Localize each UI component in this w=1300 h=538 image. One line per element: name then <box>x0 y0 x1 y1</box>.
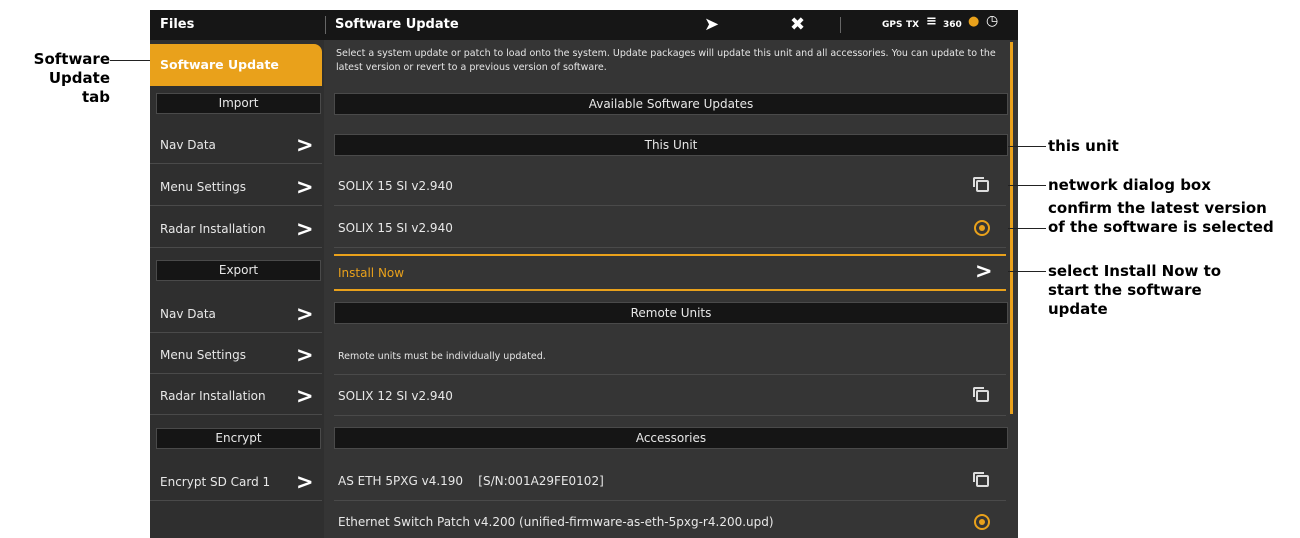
chevron-right-icon: > <box>296 384 314 408</box>
callout-pointer <box>1008 271 1046 272</box>
callout-line: update <box>1048 300 1108 318</box>
chevron-right-icon: > <box>296 133 314 157</box>
tab-software-update[interactable]: Software Update <box>150 44 322 86</box>
sidebar-item-export-radar-installation[interactable]: Radar Installation > <box>150 377 322 415</box>
chevron-right-icon: > <box>296 217 314 241</box>
gps-icon: GPS <box>882 20 903 30</box>
section-export: Export <box>156 260 321 281</box>
header-remote-units: Remote Units <box>334 302 1008 324</box>
callout-software-update-tab: Software Update tab <box>30 50 110 107</box>
callout-line: start the software <box>1048 281 1202 299</box>
selected-radio-icon[interactable] <box>974 220 990 236</box>
alert-icon: ● <box>968 14 980 29</box>
callout-pointer <box>1008 185 1046 186</box>
section-encrypt: Encrypt <box>156 428 321 449</box>
sidebar-item-encrypt-sd-card[interactable]: Encrypt SD Card 1 > <box>150 463 322 501</box>
chevron-right-icon: > <box>296 175 314 199</box>
header-this-unit: This Unit <box>334 134 1008 156</box>
sidebar-item-label: Radar Installation <box>160 389 266 403</box>
sonar-icon: ≡ <box>926 14 937 29</box>
tx-icon: TX <box>906 20 920 30</box>
callout-pointer <box>1008 228 1046 229</box>
callout-this-unit: this unit <box>1048 137 1119 155</box>
files-title: Files <box>160 17 195 32</box>
network-dialog-icon[interactable] <box>973 177 989 192</box>
chevron-right-icon: > <box>296 343 314 367</box>
callout-line: of the software is selected <box>1048 218 1274 236</box>
callout-line: Update tab <box>48 69 110 106</box>
selected-radio-icon[interactable] <box>974 514 990 530</box>
section-import: Import <box>156 93 321 114</box>
update-item-this-unit-1[interactable]: SOLIX 15 SI v2.940 <box>334 166 1006 206</box>
sidebar-item-label: Menu Settings <box>160 348 246 362</box>
update-item-remote-unit-1[interactable]: SOLIX 12 SI v2.940 <box>334 376 1006 416</box>
chevron-right-icon: > <box>296 302 314 326</box>
update-item-label: AS ETH 5PXG v4.190 [S/N:001A29FE0102] <box>338 474 604 488</box>
sidebar-item-export-menu-settings[interactable]: Menu Settings > <box>150 336 322 374</box>
device-screen: Files Software Update ➤ ✖ GPS TX ≡ 360 ●… <box>150 10 1018 538</box>
home-icon[interactable]: ➤ <box>704 14 719 36</box>
sidebar-item-label: Radar Installation <box>160 222 266 236</box>
callout-pointer <box>110 60 150 61</box>
header-available-updates: Available Software Updates <box>334 93 1008 115</box>
sidebar-item-import-menu-settings[interactable]: Menu Settings > <box>150 168 322 206</box>
sidebar-item-import-nav-data[interactable]: Nav Data > <box>150 126 322 164</box>
header-accessories: Accessories <box>334 427 1008 449</box>
title-divider <box>325 16 326 34</box>
status-divider <box>840 17 841 33</box>
update-item-accessory-2[interactable]: Ethernet Switch Patch v4.200 (unified-fi… <box>334 502 1006 538</box>
install-now-label: Install Now <box>338 266 405 280</box>
sidebar-item-label: Nav Data <box>160 138 216 152</box>
close-icon[interactable]: ✖ <box>790 14 805 36</box>
network-dialog-icon[interactable] <box>973 387 989 402</box>
update-item-this-unit-2[interactable]: SOLIX 15 SI v2.940 <box>334 208 1006 248</box>
update-item-label: Ethernet Switch Patch v4.200 (unified-fi… <box>338 515 774 529</box>
intro-text: Select a system update or patch to load … <box>336 48 996 73</box>
clock-icon: ◷ <box>986 13 999 29</box>
sidebar-item-label: Nav Data <box>160 307 216 321</box>
update-item-label: SOLIX 15 SI v2.940 <box>338 221 453 235</box>
title-bar: Files Software Update ➤ ✖ GPS TX ≡ 360 ●… <box>150 10 1018 40</box>
install-now-button[interactable]: Install Now > <box>334 254 1006 291</box>
callout-network-dialog: network dialog box <box>1048 176 1211 194</box>
network-dialog-icon[interactable] <box>973 472 989 487</box>
chevron-right-icon: > <box>296 470 314 494</box>
callout-confirm-latest: confirm the latest version of the softwa… <box>1048 199 1274 237</box>
sidebar-item-label: Menu Settings <box>160 180 246 194</box>
remote-units-note: Remote units must be individually update… <box>338 351 546 362</box>
callout-pointer <box>1008 146 1046 147</box>
sidebar-item-label: Encrypt SD Card 1 <box>160 475 271 489</box>
callout-line: Software <box>33 50 110 68</box>
sidebar-item-import-radar-installation[interactable]: Radar Installation > <box>150 210 322 248</box>
callout-select-install: select Install Now to start the software… <box>1048 262 1221 319</box>
software-update-title: Software Update <box>335 17 459 32</box>
360-icon: 360 <box>943 20 962 30</box>
update-item-label: SOLIX 12 SI v2.940 <box>338 389 453 403</box>
update-item-accessory-1[interactable]: AS ETH 5PXG v4.190 [S/N:001A29FE0102] <box>334 461 1006 501</box>
callout-line: select Install Now to <box>1048 262 1222 280</box>
chevron-right-icon: > <box>975 259 993 283</box>
divider <box>334 374 1006 375</box>
update-item-label: SOLIX 15 SI v2.940 <box>338 179 453 193</box>
callout-line: confirm the latest version <box>1048 199 1267 217</box>
sidebar-item-export-nav-data[interactable]: Nav Data > <box>150 295 322 333</box>
